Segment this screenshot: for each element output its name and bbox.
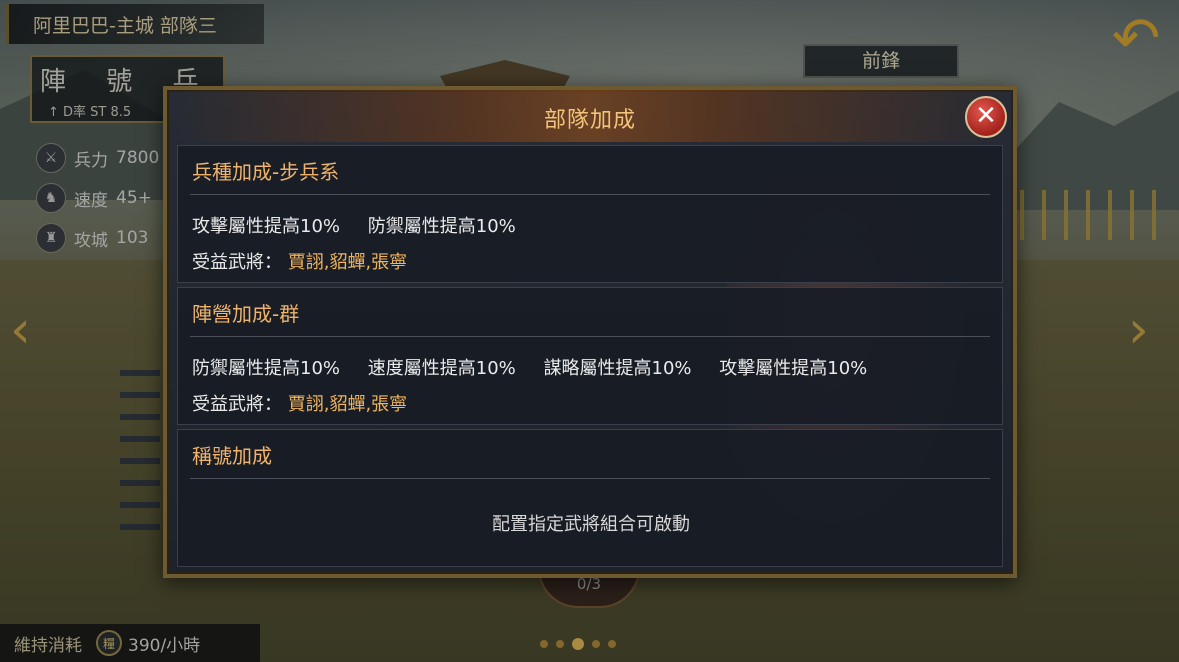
bonus-section-title: 稱號加成 配置指定武將組合可啟動	[177, 429, 1003, 567]
effect-item: 攻擊屬性提高10%	[719, 358, 868, 379]
section-divider	[190, 478, 990, 479]
effect-item: 攻擊屬性提高10%	[192, 216, 341, 237]
section-divider	[190, 194, 990, 195]
bonus-section-troop-type: 兵種加成-步兵系 攻擊屬性提高10% 防禦屬性提高10% 受益武將： 賈詡,貂蟬…	[177, 145, 1003, 283]
beneficiary-label: 受益武將：	[192, 252, 282, 273]
effect-list: 防禦屬性提高10% 速度屬性提高10% 謀略屬性提高10% 攻擊屬性提高10%	[192, 354, 889, 380]
section-title: 兵種加成-步兵系	[192, 160, 340, 184]
troop-bonus-dialog: 部隊加成 ✕ 兵種加成-步兵系 攻擊屬性提高10% 防禦屬性提高10% 受益武將…	[163, 86, 1017, 580]
beneficiary-label: 受益武將：	[192, 394, 282, 415]
effect-item: 防禦屬性提高10%	[192, 358, 341, 379]
effect-list: 攻擊屬性提高10% 防禦屬性提高10%	[192, 212, 538, 238]
section-title: 陣營加成-群	[192, 302, 300, 326]
activation-note: 配置指定武將組合可啟動	[492, 514, 690, 535]
section-title: 稱號加成	[192, 444, 272, 468]
section-divider	[190, 336, 990, 337]
close-icon[interactable]: ✕	[965, 96, 1007, 138]
dialog-title: 部隊加成	[543, 108, 636, 133]
beneficiary-line: 受益武將： 賈詡,貂蟬,張寧	[192, 390, 407, 416]
effect-item: 謀略屬性提高10%	[543, 358, 692, 379]
effect-item: 速度屬性提高10%	[367, 358, 516, 379]
beneficiary-line: 受益武將： 賈詡,貂蟬,張寧	[192, 248, 407, 274]
bonus-section-faction: 陣營加成-群 防禦屬性提高10% 速度屬性提高10% 謀略屬性提高10% 攻擊屬…	[177, 287, 1003, 425]
dialog-header: 部隊加成	[167, 90, 1013, 142]
effect-item: 防禦屬性提高10%	[367, 216, 516, 237]
beneficiary-names: 賈詡,貂蟬,張寧	[287, 394, 408, 415]
beneficiary-names: 賈詡,貂蟬,張寧	[287, 252, 408, 273]
